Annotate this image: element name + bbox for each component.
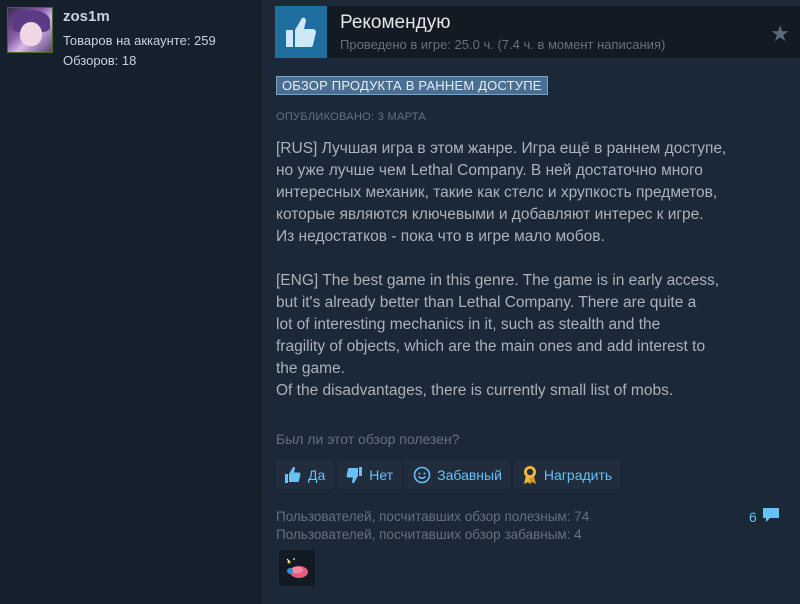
helpful-count: Пользователей, посчитавших обзор полезны… [276,509,590,524]
smiley-icon [413,466,431,484]
thumbs-up-icon [284,466,302,484]
posted-date: ОПУБЛИКОВАНО: 3 МАРТА [276,111,427,123]
review-text: [RUS] Лучшая игра в этом жанре. Игра ещё… [276,138,796,402]
vote-yes-button[interactable]: Да [276,460,334,489]
vote-buttons: Да Нет Забавный Наградить [276,460,621,489]
award-ribbon-icon [522,465,538,485]
review-text-en: [ENG] The best game in this genre. The g… [276,272,720,399]
vote-yes-label: Да [308,466,326,483]
comments-count: 6 [749,508,757,525]
reviewer-panel: zos1m Товаров на аккаунте: 259 Обзоров: … [0,0,262,604]
comment-bubble-icon [761,506,781,527]
verdict-title: Рекомендую [340,12,451,33]
avatar-face [20,22,42,46]
received-award-icon[interactable] [279,550,315,586]
early-access-badge: ОБЗОР ПРОДУКТА В РАННЕМ ДОСТУПЕ [276,76,548,95]
playtime: Проведено в игре: 25.0 ч. (7.4 ч. в моме… [340,37,666,52]
products-count[interactable]: Товаров на аккаунте: 259 [63,33,216,48]
star-icon[interactable]: ★ [770,21,790,47]
thumbs-up-icon [275,6,327,58]
thumbs-down-icon [345,466,363,484]
username[interactable]: zos1m [63,8,110,25]
vote-no-button[interactable]: Нет [337,460,402,489]
helpful-question: Был ли этот обзор полезен? [276,431,460,447]
comments-link[interactable]: 6 [749,506,781,527]
award-button[interactable]: Наградить [513,460,621,489]
award-label: Наградить [543,466,613,483]
reviews-count[interactable]: Обзоров: 18 [63,53,136,68]
vote-funny-label: Забавный [437,466,502,483]
review-text-ru: [RUS] Лучшая игра в этом жанре. Игра ещё… [276,140,727,245]
avatar[interactable] [7,7,53,53]
vote-funny-button[interactable]: Забавный [405,460,510,489]
funny-count: Пользователей, посчитавших обзор забавны… [276,527,582,542]
review-stats: Пользователей, посчитавших обзор полезны… [276,508,589,544]
review-header: Рекомендую Проведено в игре: 25.0 ч. (7.… [275,6,800,58]
vote-no-label: Нет [369,466,394,483]
